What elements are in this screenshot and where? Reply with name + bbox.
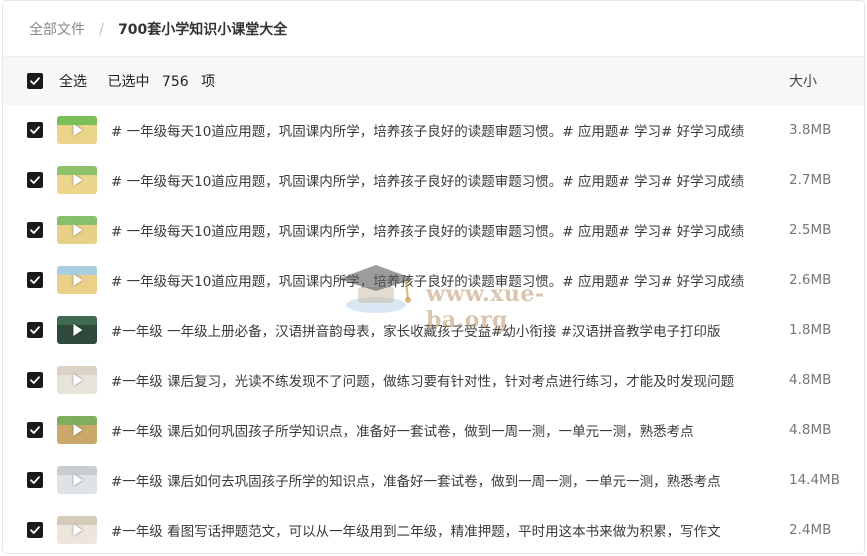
file-checkbox[interactable]	[27, 422, 43, 438]
selected-count: 756	[161, 74, 189, 90]
file-row[interactable]: # 一年级每天10道应用题，巩固课内所学，培养孩子良好的读题审题习惯。# 应用题…	[3, 155, 864, 205]
file-size: 2.7MB	[789, 172, 832, 188]
file-checkbox[interactable]	[27, 522, 43, 538]
file-title[interactable]: #一年级 课后如何去巩固孩子所学的知识点，准备好一套试卷，做到一周一测，一单元一…	[111, 470, 761, 490]
file-size: 2.5MB	[789, 222, 832, 238]
breadcrumb-current-folder: 700套小学知识小课堂大全	[118, 21, 288, 38]
file-list: # 一年级每天10道应用题，巩固课内所学，培养孩子良好的读题审题习惯。# 应用题…	[3, 105, 864, 553]
video-thumbnail[interactable]	[57, 416, 97, 444]
breadcrumb-separator: /	[99, 19, 105, 38]
play-icon	[73, 124, 83, 136]
play-icon	[73, 224, 83, 236]
file-checkbox[interactable]	[27, 272, 43, 288]
file-row[interactable]: # 一年级每天10道应用题，巩固课内所学，培养孩子良好的读题审题习惯。# 应用题…	[3, 205, 864, 255]
file-title[interactable]: # 一年级每天10道应用题，巩固课内所学，培养孩子良好的读题审题习惯。# 应用题…	[111, 270, 761, 290]
file-checkbox[interactable]	[27, 322, 43, 338]
file-title[interactable]: #一年级 课后如何巩固孩子所学知识点，准备好一套试卷，做到一周一测，一单元一测，…	[111, 420, 761, 440]
file-size: 3.8MB	[789, 122, 832, 138]
play-icon	[73, 524, 83, 536]
video-thumbnail[interactable]	[57, 116, 97, 144]
file-checkbox[interactable]	[27, 372, 43, 388]
file-row[interactable]: #一年级 课后如何去巩固孩子所学的知识点，准备好一套试卷，做到一周一测，一单元一…	[3, 455, 864, 505]
file-size: 2.4MB	[789, 522, 832, 538]
file-checkbox[interactable]	[27, 172, 43, 188]
file-title[interactable]: #一年级 看图写话押题范文，可以从一年级用到二年级，精准押题，平时用这本书来做为…	[111, 520, 761, 540]
file-row[interactable]: #一年级 一年级上册必备，汉语拼音韵母表，家长收藏孩子受益#幼小衔接 #汉语拼音…	[3, 305, 864, 355]
file-checkbox[interactable]	[27, 222, 43, 238]
breadcrumb: 全部文件 / 700套小学知识小课堂大全	[3, 1, 864, 57]
file-title[interactable]: #一年级 课后复习，光读不练发现不了问题，做练习要有针对性，针对考点进行练习，才…	[111, 370, 761, 390]
file-title[interactable]: # 一年级每天10道应用题，巩固课内所学，培养孩子良好的读题审题习惯。# 应用题…	[111, 220, 761, 240]
selection-summary: 全选 已选中 756 项	[59, 71, 215, 91]
breadcrumb-root-link[interactable]: 全部文件	[29, 19, 85, 39]
file-row[interactable]: # 一年级每天10道应用题，巩固课内所学，培养孩子良好的读题审题习惯。# 应用题…	[3, 105, 864, 155]
file-row[interactable]: #一年级 课后如何巩固孩子所学知识点，准备好一套试卷，做到一周一测，一单元一测，…	[3, 405, 864, 455]
video-thumbnail[interactable]	[57, 366, 97, 394]
file-size: 14.4MB	[789, 472, 840, 488]
check-icon	[30, 476, 40, 484]
check-icon	[30, 226, 40, 234]
file-row[interactable]: # 一年级每天10道应用题，巩固课内所学，培养孩子良好的读题审题习惯。# 应用题…	[3, 255, 864, 305]
file-title[interactable]: #一年级 一年级上册必备，汉语拼音韵母表，家长收藏孩子受益#幼小衔接 #汉语拼音…	[111, 320, 761, 340]
file-size: 4.8MB	[789, 422, 832, 438]
check-icon	[30, 326, 40, 334]
check-icon	[30, 526, 40, 534]
file-row[interactable]: #一年级 课后复习，光读不练发现不了问题，做练习要有针对性，针对考点进行练习，才…	[3, 355, 864, 405]
file-size: 4.8MB	[789, 372, 832, 388]
check-icon	[30, 426, 40, 434]
video-thumbnail[interactable]	[57, 466, 97, 494]
play-icon	[73, 374, 83, 386]
play-icon	[73, 474, 83, 486]
file-browser: 全部文件 / 700套小学知识小课堂大全 全选 已选中 756 项 大小 # 一…	[2, 0, 865, 554]
play-icon	[73, 174, 83, 186]
video-thumbnail[interactable]	[57, 266, 97, 294]
check-icon	[30, 77, 40, 85]
file-checkbox[interactable]	[27, 122, 43, 138]
file-title[interactable]: # 一年级每天10道应用题，巩固课内所学，培养孩子良好的读题审题习惯。# 应用题…	[111, 120, 761, 140]
file-checkbox[interactable]	[27, 472, 43, 488]
file-title[interactable]: # 一年级每天10道应用题，巩固课内所学，培养孩子良好的读题审题习惯。# 应用题…	[111, 170, 761, 190]
select-all-checkbox[interactable]	[27, 73, 43, 89]
file-size: 1.8MB	[789, 322, 832, 338]
selected-prefix: 已选中	[107, 74, 150, 90]
size-column-header[interactable]: 大小	[789, 71, 817, 91]
video-thumbnail[interactable]	[57, 516, 97, 544]
video-thumbnail[interactable]	[57, 316, 97, 344]
file-row[interactable]: #一年级 看图写话押题范文，可以从一年级用到二年级，精准押题，平时用这本书来做为…	[3, 505, 864, 553]
list-header: 全选 已选中 756 项 大小	[3, 57, 864, 105]
video-thumbnail[interactable]	[57, 216, 97, 244]
video-thumbnail[interactable]	[57, 166, 97, 194]
check-icon	[30, 176, 40, 184]
play-icon	[73, 324, 83, 336]
file-size: 2.6MB	[789, 272, 832, 288]
selected-suffix: 项	[201, 74, 216, 90]
play-icon	[73, 274, 83, 286]
check-icon	[30, 376, 40, 384]
check-icon	[30, 126, 40, 134]
select-all-label[interactable]: 全选	[59, 74, 87, 90]
play-icon	[73, 424, 83, 436]
check-icon	[30, 276, 40, 284]
